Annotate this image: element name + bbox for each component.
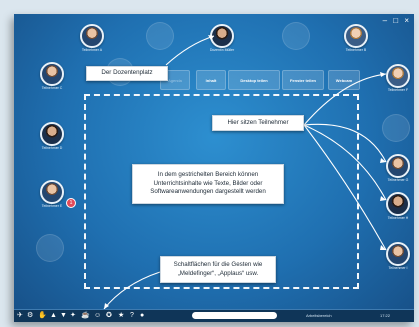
gestures-callout-line: „Meldefinger“, „Applaus“ usw. — [177, 269, 259, 277]
content-area-callout-line: In dem gestrichelten Bereich können — [157, 170, 259, 178]
content-area-callout-line: Unterrichtsinhalte wie Texte, Bilder ode… — [153, 179, 263, 187]
applause-icon[interactable]: ✦ — [70, 311, 76, 321]
question-icon[interactable]: ? — [130, 311, 134, 321]
participants-callout-text: Hier sitzen Teilnehmer — [227, 118, 289, 126]
participant-connector-bottom — [303, 124, 387, 251]
chat-input[interactable] — [192, 312, 277, 319]
emoji-icon[interactable]: ✪ — [106, 311, 112, 321]
user-icon[interactable]: ● — [140, 311, 144, 321]
coffee-icon[interactable]: ☕ — [81, 311, 90, 321]
content-area-callout-line: Softwareanwendungen dargestellt werden — [150, 188, 266, 196]
lecturer-callout-text: Der Dozentenplatz — [101, 69, 153, 76]
settings-icon[interactable]: ⚙ — [27, 311, 33, 321]
gestures-callout-line: Schaltflächen für die Gesten wie — [173, 260, 263, 268]
participant-arrowhead — [380, 72, 386, 77]
participant-connector-mid — [303, 123, 387, 163]
hand-raise-icon[interactable]: ✋ — [38, 311, 47, 321]
participant-connector-low — [303, 124, 387, 201]
participants-callout: Hier sitzen Teilnehmer — [212, 115, 304, 131]
bottom-toolbar: ✈ ⚙ ✋ ▲ ▼ ✦ ☕ ☺ ✪ ★ ? ● Arbeitsbereich 1… — [14, 309, 414, 322]
gestures-callout: Schaltflächen für die Gesten wie „Meldef… — [160, 256, 276, 283]
lecturer-connector — [165, 35, 215, 66]
virtual-classroom-window: – □ × Teilnehmer A Dozentin Müller Teiln… — [14, 14, 414, 322]
gestures-connector — [103, 271, 161, 310]
status-label: Arbeitsbereich — [306, 313, 332, 318]
thumbs-up-icon[interactable]: ▲ — [50, 311, 57, 321]
thumbs-down-icon[interactable]: ▼ — [60, 311, 67, 321]
smiley-icon[interactable]: ☺ — [94, 311, 101, 321]
participant-connector-top — [303, 73, 387, 126]
lecturer-callout: Der Dozentenplatz — [86, 66, 168, 81]
star-icon[interactable]: ★ — [118, 311, 124, 321]
content-area-callout: In dem gestrichelten Bereich können Unte… — [132, 164, 284, 204]
paper-plane-icon[interactable]: ✈ — [17, 311, 23, 321]
clock: 17:22 — [380, 313, 391, 318]
